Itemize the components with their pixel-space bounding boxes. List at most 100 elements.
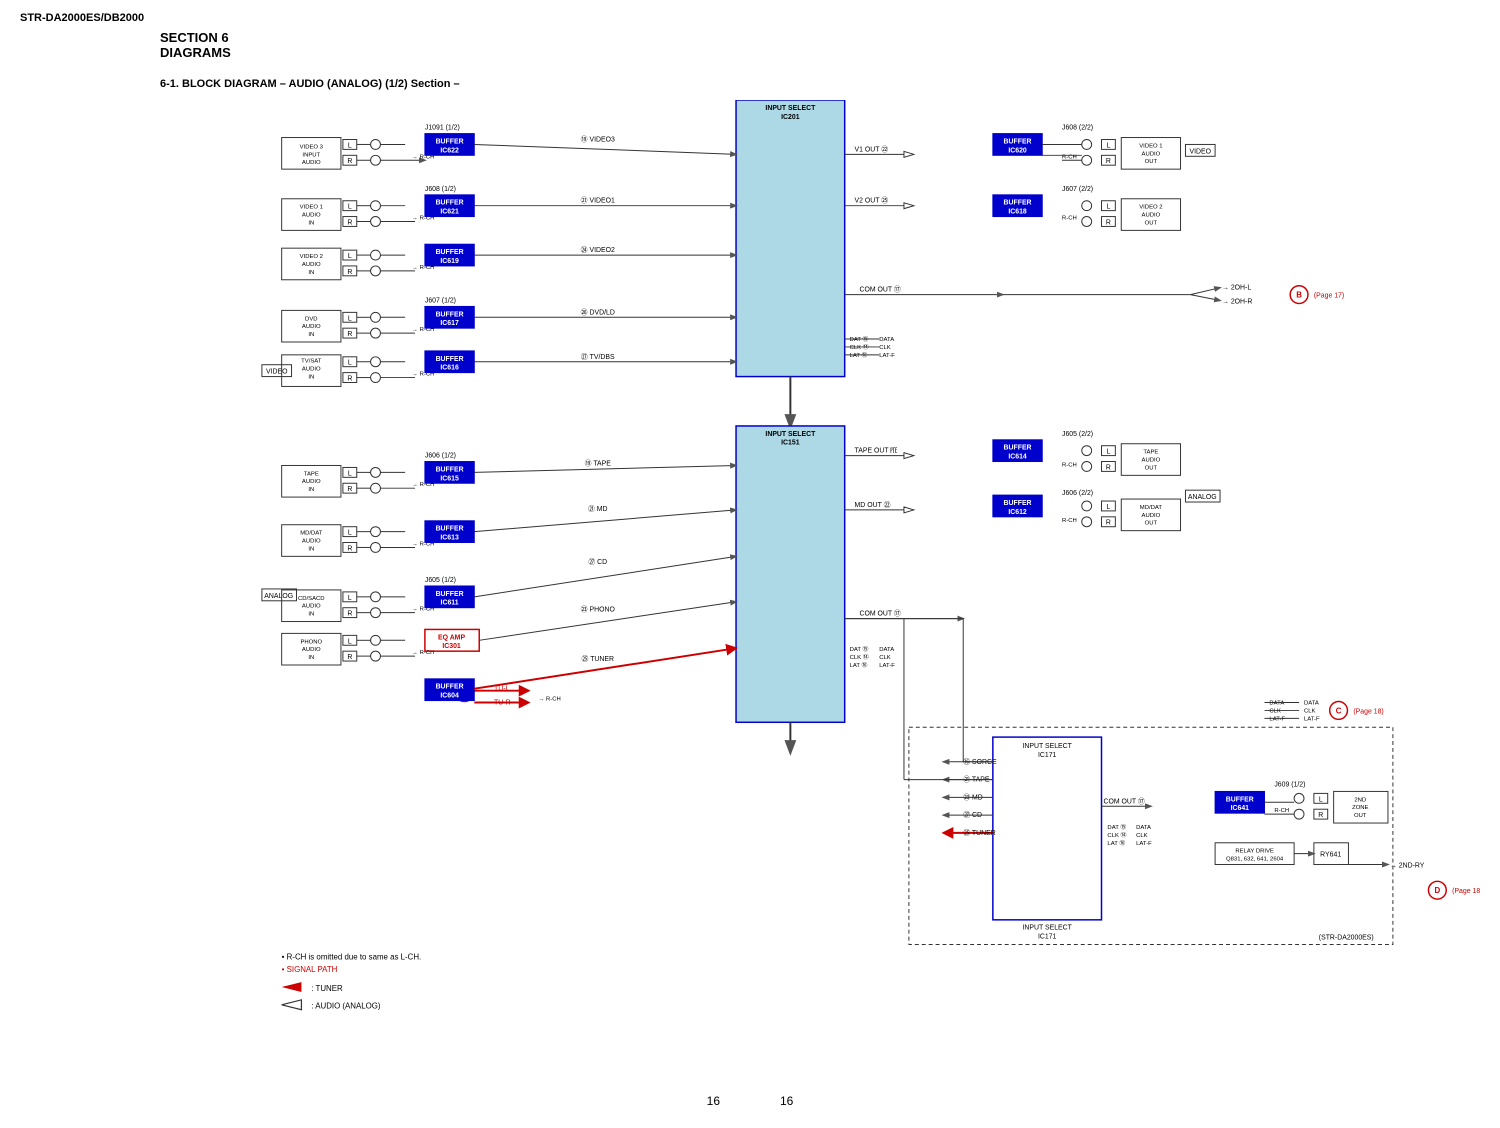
svg-text:LAT-F: LAT-F [1304,716,1320,722]
svg-text:LAT ⑯: LAT ⑯ [850,661,868,669]
svg-text:L: L [348,315,352,322]
svg-text:BUFFER: BUFFER [436,138,464,145]
svg-text:IC171: IC171 [1038,752,1057,759]
svg-text:L: L [348,530,352,537]
svg-text:IC613: IC613 [440,535,459,542]
svg-text:IC641: IC641 [1231,805,1250,812]
svg-text:BUFFER: BUFFER [1226,796,1254,803]
svg-text:IC620: IC620 [1008,147,1027,154]
svg-text:COM OUT ⑰: COM OUT ⑰ [860,610,901,618]
svg-text:Q831, 632, 641, 2604: Q831, 632, 641, 2604 [1226,857,1284,863]
svg-text:• R-CH is omitted due to same: • R-CH is omitted due to same as L-CH. [282,952,422,961]
svg-text:AUDIO: AUDIO [302,367,321,373]
svg-text:J606 (1/2): J606 (1/2) [425,453,456,460]
svg-text:IN: IN [308,270,314,276]
svg-text:ZONE: ZONE [1352,805,1368,811]
svg-text:㉑ MD: ㉑ MD [588,505,608,513]
svg-text:MD/DAT: MD/DAT [1140,505,1163,511]
section-title: SECTION 6 DIAGRAMS [160,30,231,60]
svg-text:IC611: IC611 [441,600,459,607]
svg-text:COM OUT ⑰: COM OUT ⑰ [1103,797,1144,805]
svg-text:OUT: OUT [1145,465,1158,471]
svg-text:IN: IN [308,612,314,618]
svg-text:R: R [1318,812,1323,819]
svg-text:• SIGNAL PATH: • SIGNAL PATH [282,965,338,974]
svg-text:MD OUT ㉒: MD OUT ㉒ [855,501,891,509]
svg-text:IC151: IC151 [781,440,800,447]
svg-text:V1 OUT ㉒: V1 OUT ㉒ [855,145,889,153]
svg-text:L: L [1319,796,1323,803]
svg-text:IC612: IC612 [1008,509,1027,516]
svg-text:J607 (1/2): J607 (1/2) [425,297,456,304]
svg-text:OUT: OUT [1145,159,1158,165]
svg-text:VIDEO 3: VIDEO 3 [300,144,324,150]
svg-text:BUFFER: BUFFER [1004,445,1032,452]
svg-text:(Page 18): (Page 18) [1353,708,1383,715]
svg-text:B: B [1296,291,1302,300]
svg-text:: TUNER: : TUNER [311,984,343,993]
svg-text:BUFFER: BUFFER [436,311,464,318]
svg-text:IC301: IC301 [442,643,461,650]
svg-text:DAT ⑮: DAT ⑮ [1107,823,1126,831]
svg-text:R: R [1106,464,1111,471]
svg-text:INPUT SELECT: INPUT SELECT [765,105,816,112]
svg-text:IC617: IC617 [440,320,459,327]
svg-text:AUDIO: AUDIO [1142,151,1161,157]
svg-text:CLK: CLK [879,345,891,351]
svg-text:L: L [348,470,352,477]
svg-text:DAT ⑮: DAT ⑮ [850,645,869,653]
svg-text:R: R [347,269,352,276]
svg-text:(Page 18): (Page 18) [1452,888,1480,895]
svg-text:IN: IN [308,655,314,661]
svg-text:V2 OUT ㉕: V2 OUT ㉕ [855,197,889,205]
svg-text:LAT-F: LAT-F [1269,716,1285,722]
svg-text:R: R [347,486,352,493]
svg-text:R: R [347,331,352,338]
svg-text:㉔ VIDEO2: ㉔ VIDEO2 [581,246,615,254]
svg-text:L: L [348,360,352,367]
svg-text:L: L [348,204,352,211]
svg-text:AUDIO: AUDIO [302,324,321,330]
svg-text:R-CH: R-CH [1062,216,1077,222]
page-numbers: 16 16 [707,1094,794,1108]
svg-text:CLK ⑭: CLK ⑭ [850,653,869,661]
svg-text:L: L [348,595,352,602]
page-header: STR-DA2000ES/DB2000 [20,12,144,24]
svg-text:CLK ⑭: CLK ⑭ [1107,831,1126,839]
svg-text:ANALOG: ANALOG [1188,494,1217,501]
svg-text:DATA: DATA [1269,701,1284,707]
svg-text:⑲ VIDEO3: ⑲ VIDEO3 [581,135,615,143]
svg-text:CD/SACD: CD/SACD [298,596,325,602]
svg-text:EQ AMP: EQ AMP [438,634,465,641]
svg-text:RELAY DRIVE: RELAY DRIVE [1235,849,1274,855]
svg-text:VIDEO 2: VIDEO 2 [1139,205,1162,211]
svg-text:J606 (2/2): J606 (2/2) [1062,490,1093,497]
svg-text:R: R [347,158,352,165]
svg-text:PHONO: PHONO [300,639,322,645]
svg-text:TAPE OUT ㉐: TAPE OUT ㉐ [855,447,898,455]
svg-text:J605 (2/2): J605 (2/2) [1062,431,1093,438]
svg-text:BUFFER: BUFFER [436,249,464,256]
svg-text:→ 2ND-RY: → 2ND-RY [1390,862,1425,869]
svg-text:㉗ TV/DBS: ㉗ TV/DBS [581,353,615,361]
svg-text:C: C [1336,706,1342,715]
svg-text:IC171: IC171 [1038,934,1057,941]
svg-text:BUFFER: BUFFER [436,684,464,691]
svg-text:INPUT SELECT: INPUT SELECT [765,431,816,438]
svg-text:(STR-DA2000ES): (STR-DA2000ES) [1319,935,1374,942]
svg-text:CLK: CLK [1304,708,1316,714]
svg-text:DATA: DATA [1304,701,1319,707]
svg-text:DVD: DVD [305,316,317,322]
svg-text:AUDIO: AUDIO [302,539,321,545]
svg-text:L: L [348,253,352,260]
svg-text:BUFFER: BUFFER [436,200,464,207]
svg-text:OUT: OUT [1145,220,1158,226]
svg-text:→ 2OH-L: → 2OH-L [1222,285,1251,292]
svg-text:CLK: CLK [1269,708,1281,714]
svg-text:R-CH: R-CH [1062,462,1077,468]
svg-text:IC201: IC201 [781,114,800,121]
svg-text:AUDIO: AUDIO [302,479,321,485]
svg-text:AUDIO: AUDIO [302,604,321,610]
svg-text:VIDEO: VIDEO [266,369,288,376]
svg-text:R: R [347,611,352,618]
